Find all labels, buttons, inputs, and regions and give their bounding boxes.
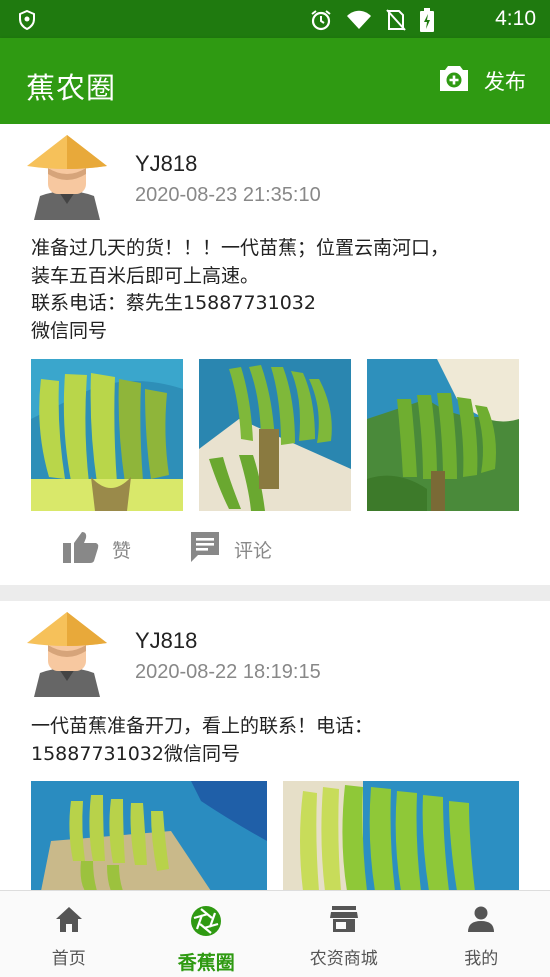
tab-banana-circle[interactable]: 香蕉圈 — [138, 891, 276, 977]
feed[interactable]: YJ818 2020-08-23 21:35:10 准备过几天的货！！！一代苗蕉… — [0, 124, 550, 891]
post-time: 2020-08-22 18:19:15 — [135, 661, 321, 683]
battery-icon — [420, 8, 434, 36]
camera-add-icon — [438, 64, 470, 97]
like-button[interactable]: 赞 — [62, 530, 131, 569]
post-photo[interactable] — [367, 359, 519, 511]
aperture-icon — [190, 905, 222, 942]
post-content: 准备过几天的货！！！一代苗蕉；位置云南河口， 装车五百米后即可上高速。 联系电话… — [31, 237, 450, 342]
tab-shop[interactable]: 农资商城 — [275, 891, 413, 977]
post-actions: 赞 评论 — [0, 524, 550, 574]
page-title: 蕉农圈 — [26, 71, 117, 105]
person-icon — [467, 905, 495, 938]
store-icon — [329, 905, 359, 938]
like-label: 赞 — [112, 540, 132, 562]
tab-label: 香蕉圈 — [177, 952, 235, 974]
wifi-icon — [346, 10, 372, 34]
shield-icon — [18, 9, 36, 34]
thumbs-up-icon — [62, 530, 100, 569]
publish-label: 发布 — [484, 69, 526, 94]
post-photo[interactable] — [283, 781, 519, 891]
post-time: 2020-08-23 21:35:10 — [135, 184, 321, 206]
status-bar: 4:10 — [0, 0, 550, 38]
divider — [0, 585, 550, 601]
post-content: 一代苗蕉准备开刀，看上的联系！电话： 15887731032微信同号 — [31, 715, 374, 765]
tab-label: 农资商城 — [309, 949, 378, 969]
publish-button[interactable]: 发布 — [438, 64, 526, 97]
home-icon — [54, 905, 84, 938]
status-time: 4:10 — [495, 7, 536, 30]
avatar[interactable] — [26, 134, 108, 220]
username[interactable]: YJ818 — [135, 151, 197, 177]
alarm-icon — [310, 9, 332, 35]
tab-label: 我的 — [464, 949, 499, 969]
tab-label: 首页 — [51, 949, 86, 969]
post-photo[interactable] — [31, 781, 267, 891]
comment-label: 评论 — [234, 540, 273, 562]
avatar[interactable] — [26, 611, 108, 697]
post-photo[interactable] — [31, 359, 183, 511]
tab-me[interactable]: 我的 — [413, 891, 550, 977]
comment-button[interactable]: 评论 — [188, 530, 272, 569]
username[interactable]: YJ818 — [135, 628, 197, 654]
post-card: YJ818 2020-08-23 21:35:10 准备过几天的货！！！一代苗蕉… — [0, 124, 550, 585]
post-photo[interactable] — [199, 359, 351, 511]
post-card: YJ818 2020-08-22 18:19:15 一代苗蕉准备开刀，看上的联系… — [0, 601, 550, 891]
comment-icon — [188, 530, 222, 569]
no-sim-icon — [386, 9, 406, 35]
app-bar: 蕉农圈 发布 — [0, 38, 550, 124]
tab-home[interactable]: 首页 — [0, 891, 138, 977]
bottom-tab-bar: 首页 香蕉圈 农资商城 我的 — [0, 890, 550, 977]
